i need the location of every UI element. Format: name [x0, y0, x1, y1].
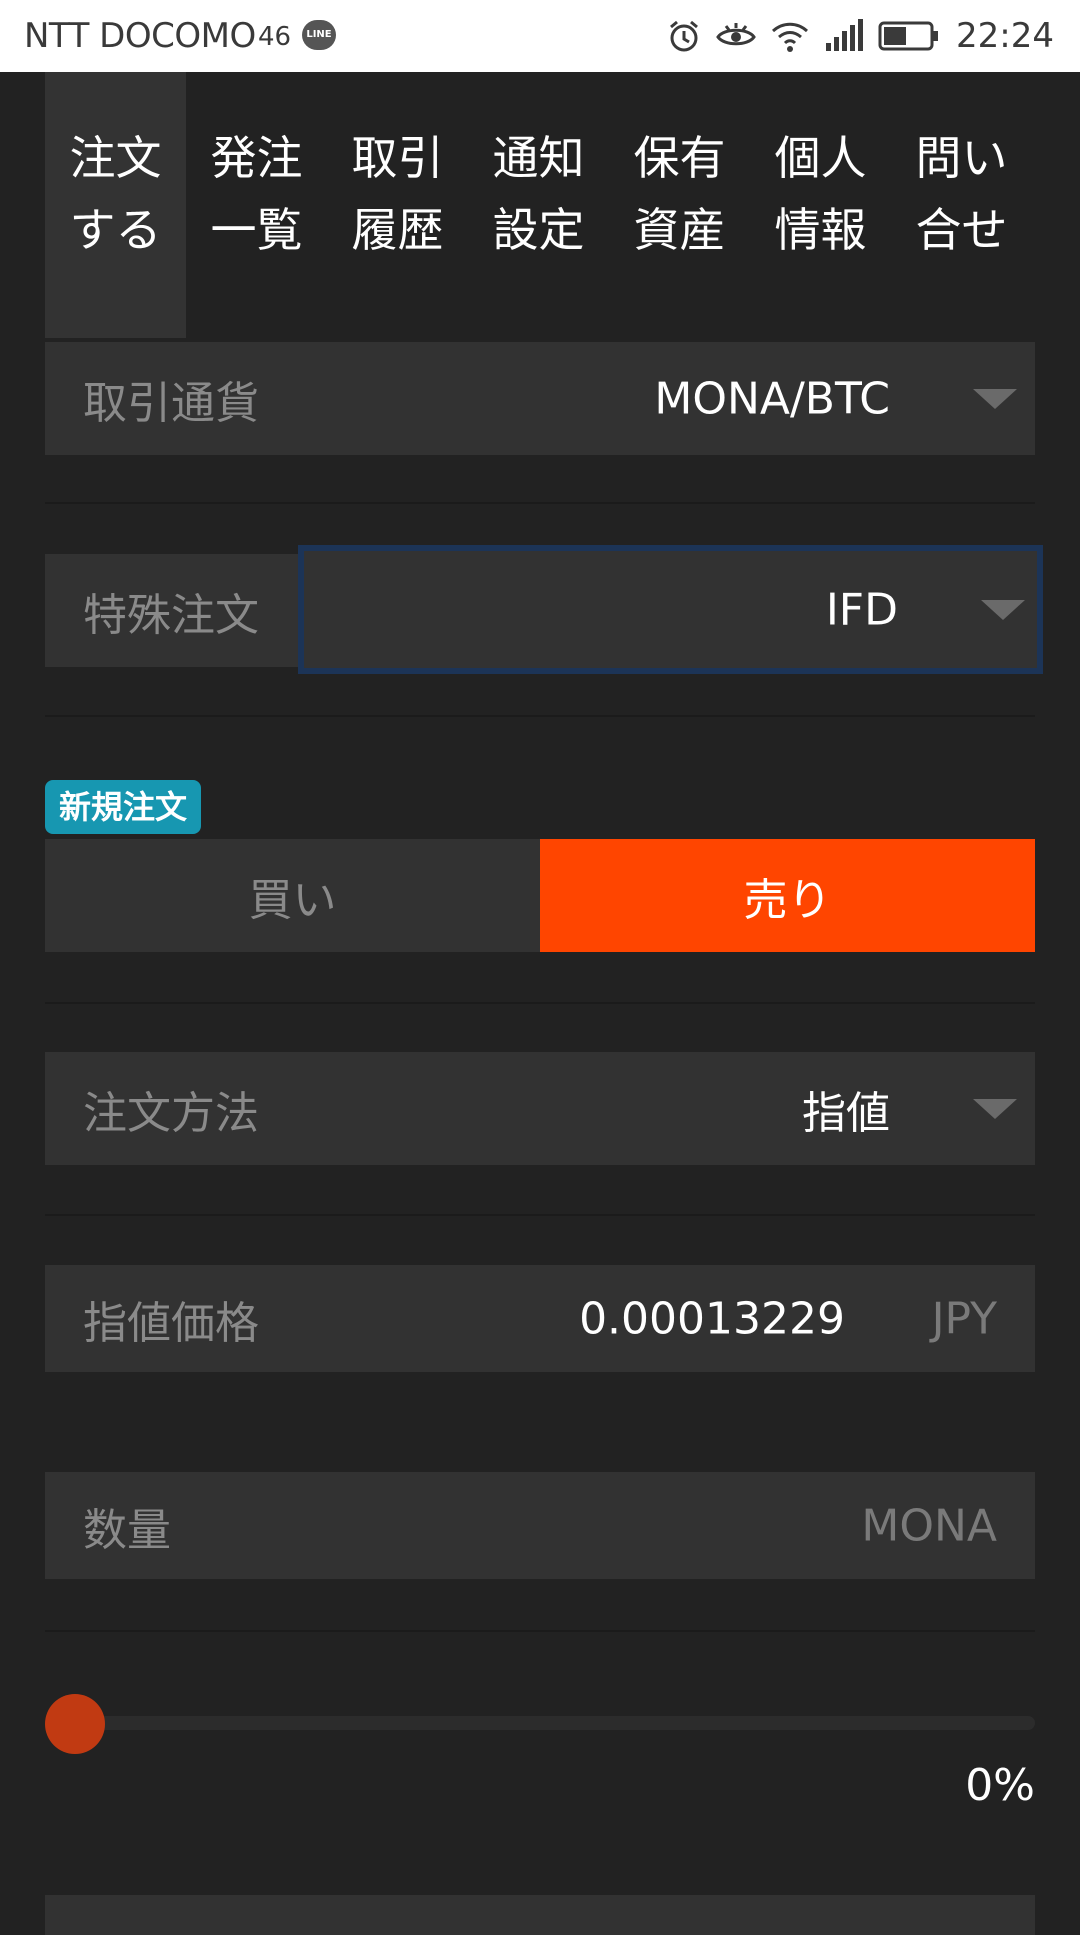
quantity-unit: MONA	[861, 1500, 997, 1551]
special-order-select[interactable]: IFD	[298, 545, 1043, 674]
carrier-name: NTT DOCOMO	[24, 16, 256, 56]
new-order-badge: 新規注文	[45, 780, 202, 834]
limit-price-field[interactable]: 指値価格 0.00013229 JPY	[45, 1265, 1035, 1372]
tab-notification-settings[interactable]: 通知 設定	[468, 72, 609, 338]
tab-label: 通知 設定	[492, 131, 585, 257]
signal-icon	[824, 19, 864, 53]
divider	[45, 1630, 1035, 1632]
tab-label: 取引 履歴	[351, 131, 444, 257]
limit-price-unit: JPY	[931, 1293, 997, 1344]
tab-label: 個人 情報	[774, 131, 867, 257]
tab-order-list[interactable]: 発注 一覧	[186, 72, 327, 338]
status-bar: NTT DOCOMO 46 LINE 22:24	[0, 0, 1080, 72]
divider	[45, 715, 1035, 717]
tab-label: 問い 合せ	[915, 131, 1008, 257]
tab-personal-info[interactable]: 個人 情報	[750, 72, 891, 338]
special-order-label: 特殊注文	[83, 589, 259, 641]
side-toggle: 買い 売り	[45, 839, 1035, 952]
next-field[interactable]	[45, 1895, 1035, 1935]
currency-pair-select[interactable]: 取引通貨 MONA/BTC	[45, 342, 1035, 455]
battery-icon	[878, 21, 940, 51]
divider	[45, 1214, 1035, 1216]
alarm-icon	[666, 18, 702, 54]
divider	[45, 502, 1035, 504]
wifi-icon	[770, 19, 810, 53]
special-order-value: IFD	[825, 584, 898, 635]
chevron-down-icon	[981, 599, 1025, 620]
tab-contact[interactable]: 問い 合せ	[891, 72, 1032, 338]
line-app-icon: LINE	[302, 20, 336, 50]
tab-label: 発注 一覧	[210, 131, 303, 257]
buy-button[interactable]: 買い	[45, 839, 540, 952]
currency-pair-value: MONA/BTC	[654, 373, 890, 424]
sell-button[interactable]: 売り	[540, 839, 1035, 952]
quantity-label: 数量	[83, 1504, 171, 1556]
tab-label: 保有 資産	[633, 131, 726, 257]
order-method-label: 注文方法	[83, 1087, 259, 1139]
divider	[45, 1002, 1035, 1004]
order-method-select[interactable]: 注文方法 指値	[45, 1052, 1035, 1165]
clock-time: 22:24	[956, 16, 1054, 56]
chevron-down-icon	[973, 388, 1017, 409]
chevron-down-icon	[973, 1098, 1017, 1119]
limit-price-label: 指値価格	[83, 1297, 259, 1349]
tab-holdings[interactable]: 保有 資産	[609, 72, 750, 338]
main-tab-bar: 注文 する 発注 一覧 取引 履歴 通知 設定 保有 資産 個人 情報 問い 合…	[45, 72, 1035, 338]
tab-trade-history[interactable]: 取引 履歴	[327, 72, 468, 338]
currency-pair-label: 取引通貨	[83, 377, 259, 429]
limit-price-input[interactable]: 0.00013229	[579, 1293, 845, 1344]
slider-percent: 0%	[965, 1760, 1035, 1811]
tab-place-order[interactable]: 注文 する	[45, 72, 186, 338]
tab-label: 注文 する	[69, 131, 162, 257]
network-type: 46	[258, 22, 292, 52]
eye-icon	[716, 21, 756, 51]
order-method-value: 指値	[802, 1087, 890, 1139]
quantity-field[interactable]: 数量 MONA	[45, 1472, 1035, 1579]
quantity-slider-thumb[interactable]	[45, 1694, 105, 1754]
quantity-slider-track[interactable]	[45, 1716, 1035, 1730]
